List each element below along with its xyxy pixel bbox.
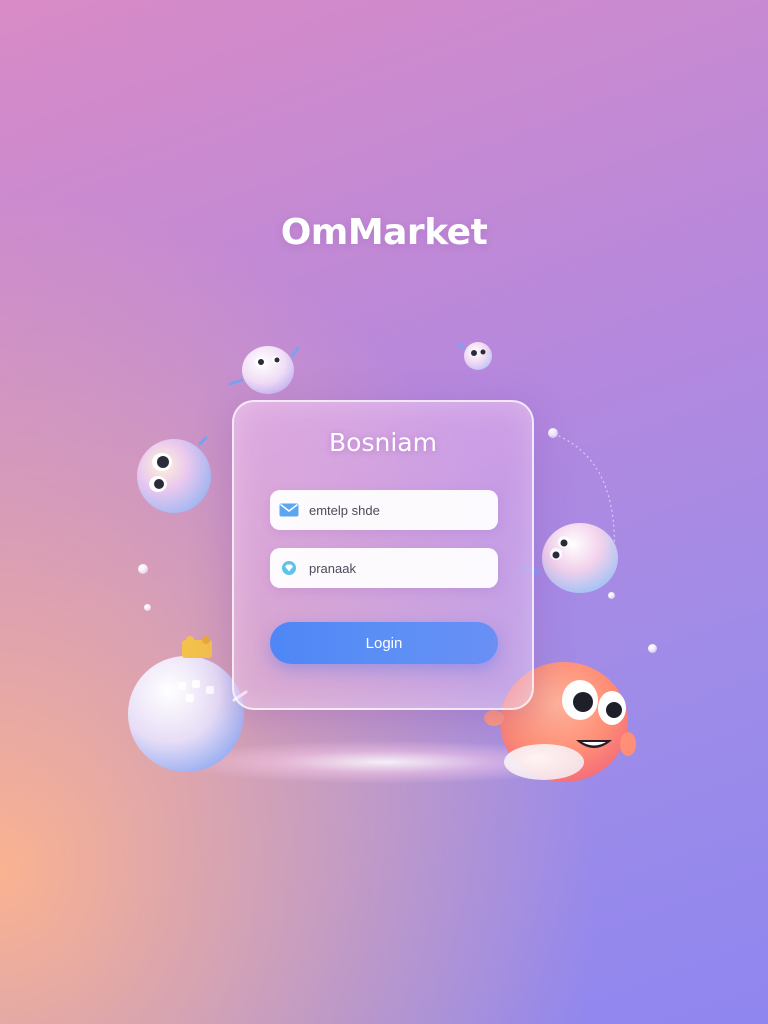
mascot-left-icon xyxy=(137,436,211,513)
email-value: emtelp shde xyxy=(309,502,380,518)
password-value: pranaak xyxy=(309,560,356,576)
decor-bubble xyxy=(138,564,148,574)
mascot-top-left-icon xyxy=(228,346,300,394)
login-button[interactable]: Login xyxy=(270,622,498,664)
mascot-top-right-icon xyxy=(456,342,492,370)
login-card: Bosniam emtelp shde pranaak Login xyxy=(232,400,534,710)
mascot-right-icon xyxy=(520,523,618,593)
mail-icon xyxy=(279,500,299,520)
password-field[interactable]: pranaak xyxy=(270,548,498,588)
decor-bubble xyxy=(144,604,151,611)
email-field[interactable]: emtelp shde xyxy=(270,490,498,530)
diamond-icon xyxy=(279,558,299,578)
decor-bubble xyxy=(648,644,657,653)
card-title: Bosniam xyxy=(329,428,437,457)
brand-logo-text: OmMarket xyxy=(280,212,488,253)
